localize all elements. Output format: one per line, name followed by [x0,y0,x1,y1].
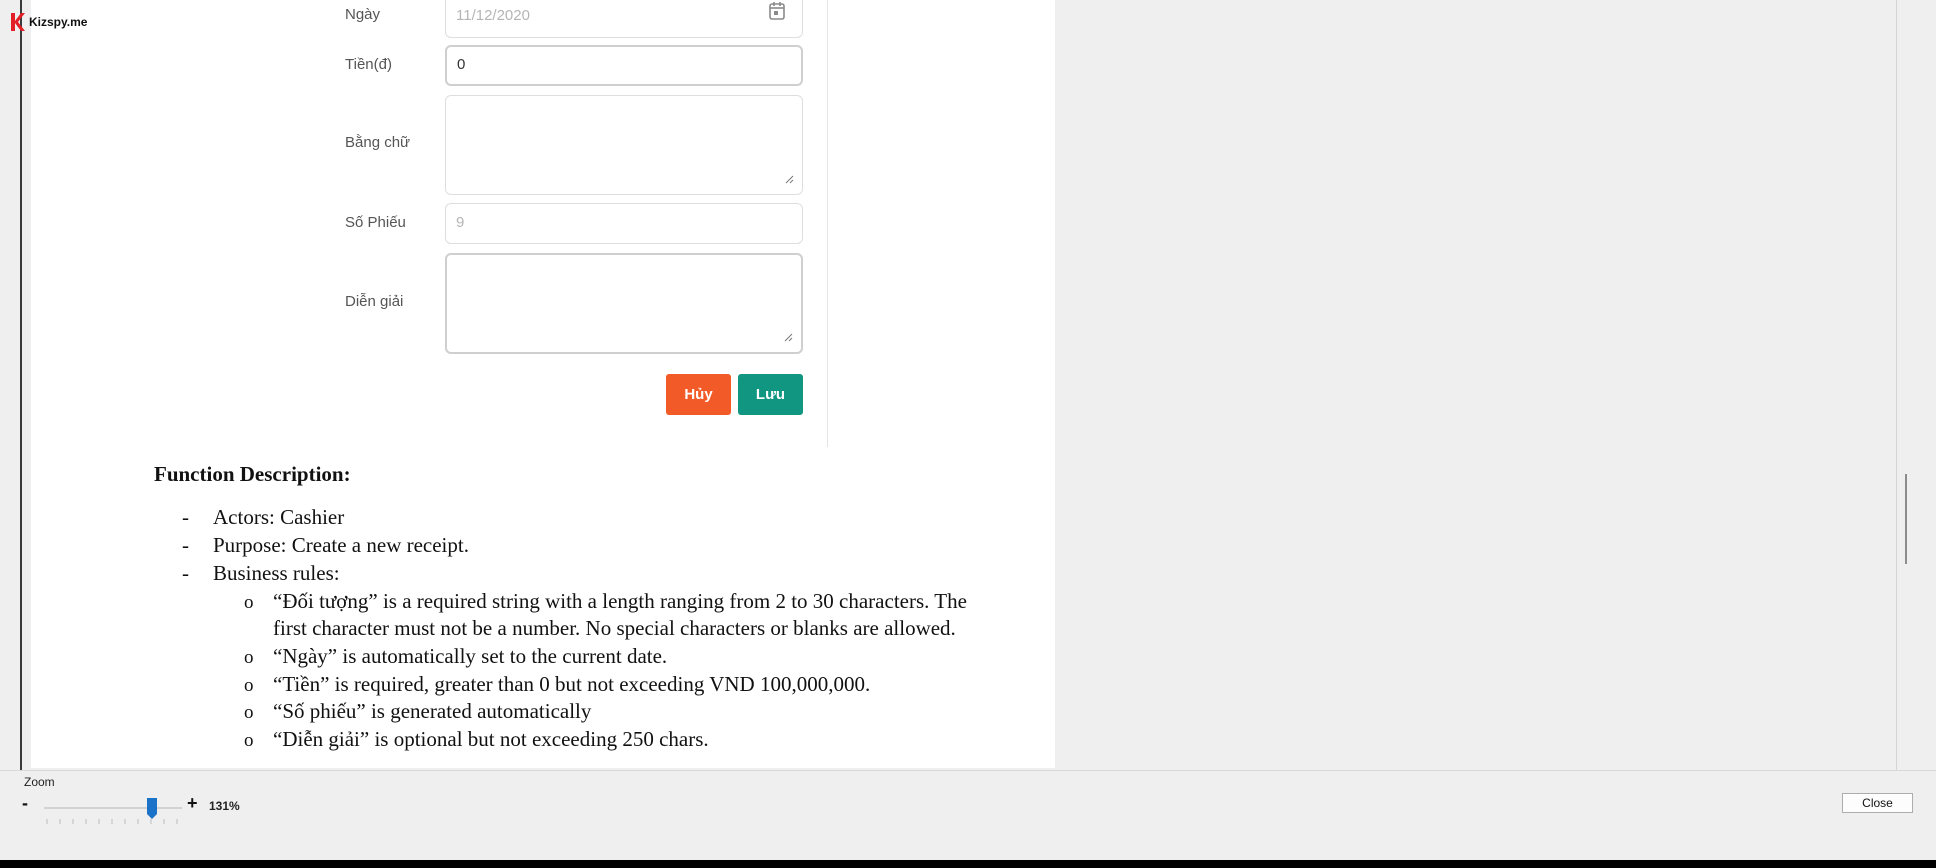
list-item-actors: Actors: Cashier [213,505,345,529]
zoom-percentage: 131% [209,799,240,813]
rule-so-phieu: “Số phiếu” is generated automatically [273,699,592,723]
cancel-button[interactable]: Hủy [666,374,731,415]
dien-giai-textarea[interactable] [445,253,803,354]
sub-bullet: o [244,647,254,668]
so-phieu-value: 9 [456,214,465,231]
brand-logo: Kizspy.me [10,10,87,34]
rule-dien-giai: “Diễn giải” is optional but not exceedin… [273,727,709,751]
ngay-field[interactable]: 11/12/2020 [445,0,803,38]
zoom-slider-thumb[interactable] [147,798,157,819]
calendar-icon[interactable] [768,0,786,25]
left-border [20,0,22,770]
zoom-slider-ticks [46,819,178,824]
bottom-border [0,860,1936,868]
list-dash: - [182,533,189,557]
sub-bullet: o [244,702,254,723]
receipt-form-screenshot: Ngày 11/12/2020 Tiền(đ) 0 Bằng chữ Số Ph… [320,0,828,447]
save-button[interactable]: Lưu [738,374,803,415]
close-button[interactable]: Close [1842,793,1913,813]
rule-ngay: “Ngày” is automatically set to the curre… [273,644,668,668]
sub-bullet: o [244,730,254,751]
zoom-slider-track[interactable] [44,807,182,809]
tien-value: 0 [457,56,466,73]
ngay-value: 11/12/2020 [456,7,530,24]
zoom-label: Zoom [24,775,55,789]
tien-field[interactable]: 0 [445,45,803,86]
list-dash: - [182,505,189,529]
document-viewer: Ngày 11/12/2020 Tiền(đ) 0 Bằng chữ Số Ph… [0,0,1936,770]
field-label-dien-giai: Diễn giải [345,293,404,310]
rule-doi-tuong-line1: “Đối tượng” is a required string with a … [273,589,967,613]
k-logo-icon [11,13,25,31]
form-divider [827,0,828,447]
field-label-tien: Tiền(đ) [345,56,392,73]
so-phieu-field[interactable]: 9 [445,203,803,244]
list-item-purpose: Purpose: Create a new receipt. [213,533,469,557]
field-label-so-phieu: Số Phiếu [345,214,406,231]
field-label-bang-chu: Bằng chữ [345,134,411,151]
bang-chu-textarea[interactable] [445,95,803,195]
brand-name: Kizspy.me [29,15,88,29]
sub-bullet: o [244,675,254,696]
zoom-in-button[interactable]: + [187,793,198,814]
field-label-ngay: Ngày [345,6,381,23]
list-item-business-rules: Business rules: [213,561,340,585]
zoom-out-button[interactable]: - [22,793,28,814]
rule-tien: “Tiền” is required, greater than 0 but n… [273,672,871,696]
list-dash: - [182,561,189,585]
resize-handle-icon[interactable] [783,327,793,346]
zoom-toolbar: Zoom - + 131% Close [0,770,1936,861]
rule-doi-tuong-line2: first character must not be a number. No… [273,616,956,640]
section-heading: Function Description: [154,462,351,486]
scrollbar-thumb[interactable] [1905,474,1907,564]
sub-bullet: o [244,592,254,613]
document-page: Ngày 11/12/2020 Tiền(đ) 0 Bằng chữ Số Ph… [31,0,1055,768]
resize-handle-icon[interactable] [784,169,794,188]
scrollbar-track[interactable] [1896,0,1897,770]
